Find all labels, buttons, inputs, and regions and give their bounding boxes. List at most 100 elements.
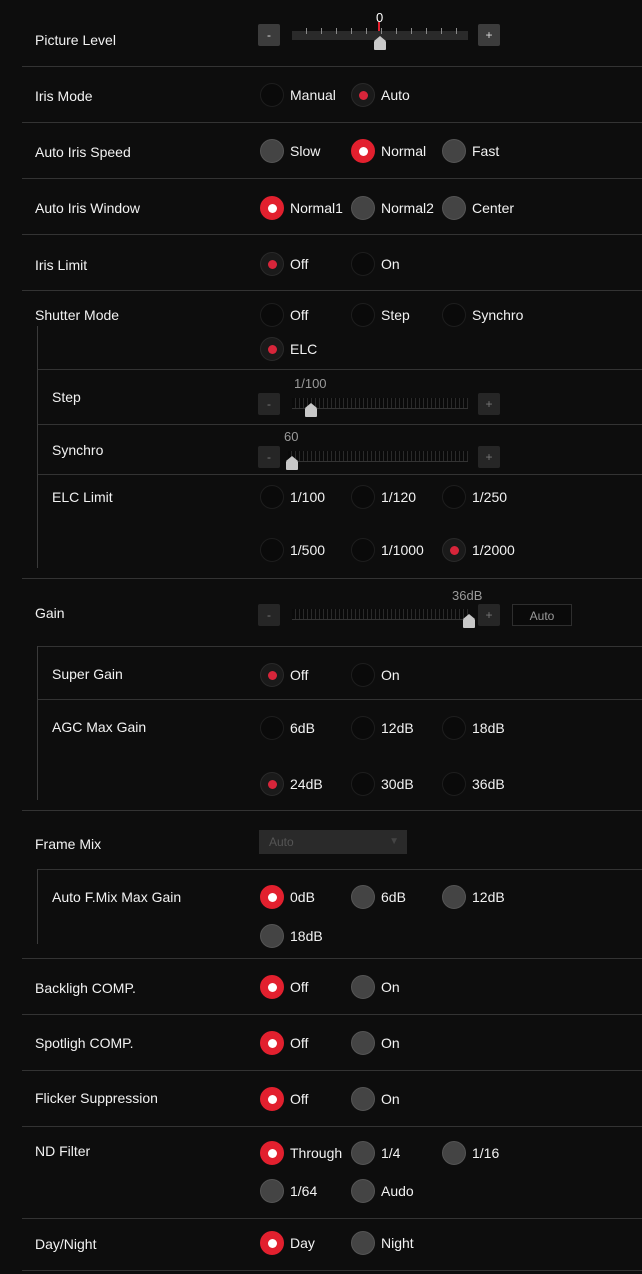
agc-18db-option[interactable]: 18dB (442, 715, 505, 741)
radio-icon (260, 83, 284, 107)
auto-iris-speed-normal-option[interactable]: Normal (351, 138, 426, 164)
flicker-suppression-off-option[interactable]: Off (260, 1086, 308, 1112)
super-gain-off-option[interactable]: Off (260, 662, 308, 688)
iris-limit-off-option[interactable]: Off (260, 251, 308, 277)
frame-mix-label: Frame Mix (35, 836, 102, 852)
agc-6db-option[interactable]: 6dB (260, 715, 315, 741)
shutter-step-slider[interactable] (292, 398, 468, 409)
radio-selected-icon (260, 1231, 284, 1255)
radio-icon (351, 885, 375, 909)
radio-icon (260, 303, 284, 327)
radio-icon (351, 538, 375, 562)
radio-icon (351, 252, 375, 276)
shutter-mode-synchro-option[interactable]: Synchro (442, 302, 523, 328)
radio-icon (260, 924, 284, 948)
shutter-step-minus-button[interactable]: - (258, 393, 280, 415)
shutter-mode-elc-option[interactable]: ELC (260, 336, 317, 362)
auto-iris-speed-fast-option[interactable]: Fast (442, 138, 499, 164)
nd-filter-1-64-option[interactable]: 1/64 (260, 1178, 317, 1204)
shutter-mode-off-option[interactable]: Off (260, 302, 308, 328)
shutter-synchro-label: Synchro (52, 442, 104, 458)
auto-iris-window-center-option[interactable]: Center (442, 195, 514, 221)
auto-iris-window-normal1-option[interactable]: Normal1 (260, 195, 343, 221)
shutter-synchro-slider[interactable] (288, 451, 468, 462)
picture-level-plus-button[interactable]: + (478, 24, 500, 46)
agc-12db-option[interactable]: 12dB (351, 715, 414, 741)
radio-icon (442, 196, 466, 220)
backlight-comp-on-option[interactable]: On (351, 974, 400, 1000)
fmix-18db-option[interactable]: 18dB (260, 923, 323, 949)
shutter-mode-label: Shutter Mode (35, 307, 120, 323)
fmix-0db-option[interactable]: 0dB (260, 884, 315, 910)
auto-iris-window-label: Auto Iris Window (35, 200, 141, 216)
gain-auto-button[interactable]: Auto (512, 604, 572, 626)
day-night-night-option[interactable]: Night (351, 1230, 414, 1256)
nd-filter-through-option[interactable]: Through (260, 1140, 342, 1166)
radio-selected-icon (260, 885, 284, 909)
picture-level-minus-button[interactable]: - (258, 24, 280, 46)
auto-iris-speed-slow-option[interactable]: Slow (260, 138, 320, 164)
shutter-step-thumb[interactable] (305, 403, 317, 417)
shutter-step-plus-button[interactable]: + (478, 393, 500, 415)
backlight-comp-off-option[interactable]: Off (260, 974, 308, 1000)
radio-icon (260, 1179, 284, 1203)
spotlight-comp-label: Spotligh COMP. (35, 1035, 134, 1051)
elc-limit-1-500-option[interactable]: 1/500 (260, 537, 325, 563)
radio-icon (442, 885, 466, 909)
radio-icon (351, 1231, 375, 1255)
iris-mode-manual-option[interactable]: Manual (260, 82, 336, 108)
shutter-synchro-value: 60 (284, 429, 299, 444)
shutter-synchro-minus-button[interactable]: - (258, 446, 280, 468)
auto-iris-window-normal2-option[interactable]: Normal2 (351, 195, 434, 221)
auto-fmix-max-gain-label: Auto F.Mix Max Gain (52, 889, 182, 905)
day-night-label: Day/Night (35, 1236, 97, 1252)
nd-filter-audo-option[interactable]: Audo (351, 1178, 414, 1204)
super-gain-on-option[interactable]: On (351, 662, 400, 688)
radio-selected-icon (260, 975, 284, 999)
elc-limit-1-120-option[interactable]: 1/120 (351, 484, 416, 510)
frame-mix-select[interactable]: Auto ▼ (259, 830, 407, 854)
gain-thumb[interactable] (463, 614, 475, 628)
nd-filter-1-16-option[interactable]: 1/16 (442, 1140, 499, 1166)
iris-mode-auto-option[interactable]: Auto (351, 82, 410, 108)
radio-selected-icon (260, 1031, 284, 1055)
radio-icon (351, 1141, 375, 1165)
gain-plus-button[interactable]: + (478, 604, 500, 626)
fmix-12db-option[interactable]: 12dB (442, 884, 505, 910)
radio-icon (351, 303, 375, 327)
elc-limit-1-2000-option[interactable]: 1/2000 (442, 537, 515, 563)
elc-limit-label: ELC Limit (52, 489, 113, 505)
shutter-step-label: Step (52, 389, 81, 405)
iris-limit-label: Iris Limit (35, 257, 88, 273)
day-night-day-option[interactable]: Day (260, 1230, 315, 1256)
shutter-synchro-thumb[interactable] (286, 456, 298, 470)
iris-limit-on-option[interactable]: On (351, 251, 400, 277)
agc-30db-option[interactable]: 30dB (351, 771, 414, 797)
radio-icon (442, 1141, 466, 1165)
radio-selected-icon (351, 139, 375, 163)
shutter-mode-step-option[interactable]: Step (351, 302, 410, 328)
agc-36db-option[interactable]: 36dB (442, 771, 505, 797)
nd-filter-label: ND Filter (35, 1143, 91, 1159)
iris-mode-label: Iris Mode (35, 88, 93, 104)
flicker-suppression-on-option[interactable]: On (351, 1086, 400, 1112)
radio-icon (351, 1179, 375, 1203)
radio-selected-icon (442, 538, 466, 562)
gain-slider[interactable] (292, 609, 468, 620)
radio-icon (351, 196, 375, 220)
radio-selected-icon (351, 83, 375, 107)
radio-icon (442, 303, 466, 327)
spotlight-comp-off-option[interactable]: Off (260, 1030, 308, 1056)
fmix-6db-option[interactable]: 6dB (351, 884, 406, 910)
super-gain-label: Super Gain (52, 666, 123, 682)
picture-level-thumb[interactable] (374, 36, 386, 50)
elc-limit-1-1000-option[interactable]: 1/1000 (351, 537, 424, 563)
elc-limit-1-250-option[interactable]: 1/250 (442, 484, 507, 510)
gain-minus-button[interactable]: - (258, 604, 280, 626)
shutter-synchro-plus-button[interactable]: + (478, 446, 500, 468)
radio-icon (351, 663, 375, 687)
agc-24db-option[interactable]: 24dB (260, 771, 323, 797)
nd-filter-1-4-option[interactable]: 1/4 (351, 1140, 400, 1166)
elc-limit-1-100-option[interactable]: 1/100 (260, 484, 325, 510)
spotlight-comp-on-option[interactable]: On (351, 1030, 400, 1056)
